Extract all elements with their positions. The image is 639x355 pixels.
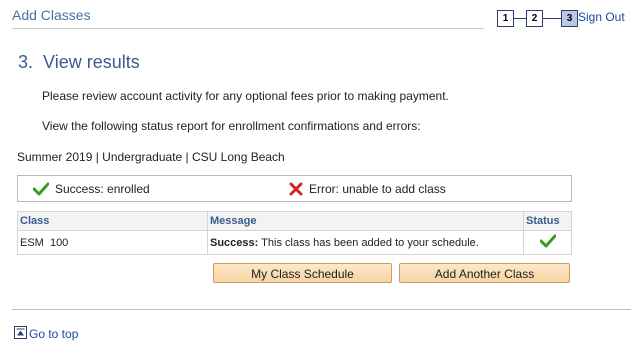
step-connector (543, 18, 561, 19)
table-row: ESM 100 Success: This class has been add… (17, 230, 572, 255)
legend-error-label: Error: unable to add class (309, 182, 446, 196)
column-header-message: Message (207, 211, 524, 231)
results-table: Class Message Status ESM 100 Success: Th… (17, 211, 572, 255)
go-to-top-icon (14, 325, 27, 339)
step-connector (514, 18, 526, 19)
sign-out-link[interactable]: Sign Out (578, 10, 625, 24)
step-3-box-active: 3 (561, 10, 578, 27)
checkmark-icon (539, 234, 556, 248)
class-cell: ESM 100 (17, 230, 208, 255)
legend-success-label: Success: enrolled (55, 182, 150, 196)
column-header-status: Status (523, 211, 572, 231)
page-header-title: Add Classes (12, 7, 91, 23)
message-cell: Success: This class has been added to yo… (207, 230, 524, 255)
step-1-box: 1 (497, 10, 514, 27)
instruction-fees: Please review account activity for any o… (42, 89, 449, 103)
section-title: 3. View results (18, 52, 140, 72)
term-info: Summer 2019 | Undergraduate | CSU Long B… (17, 150, 285, 164)
status-cell (523, 230, 572, 255)
legend-error: Error: unable to add class (289, 182, 446, 196)
step-2-box: 2 (526, 10, 543, 27)
message-text: This class has been added to your schedu… (258, 236, 479, 249)
legend-success: Success: enrolled (33, 182, 150, 196)
go-to-top-link[interactable]: Go to top (14, 325, 78, 341)
add-another-class-button[interactable]: Add Another Class (399, 263, 570, 283)
message-status-label: Success: (210, 236, 259, 249)
error-x-icon (289, 182, 303, 196)
instruction-status-report: View the following status report for enr… (42, 119, 421, 133)
my-class-schedule-button[interactable]: My Class Schedule (213, 263, 392, 283)
status-legend: Success: enrolled Error: unable to add c… (17, 175, 572, 202)
column-header-class: Class (17, 211, 208, 231)
go-to-top-label[interactable]: Go to top (29, 327, 78, 341)
header-divider (12, 28, 484, 29)
checkmark-icon (33, 182, 49, 196)
footer-divider (12, 309, 631, 310)
